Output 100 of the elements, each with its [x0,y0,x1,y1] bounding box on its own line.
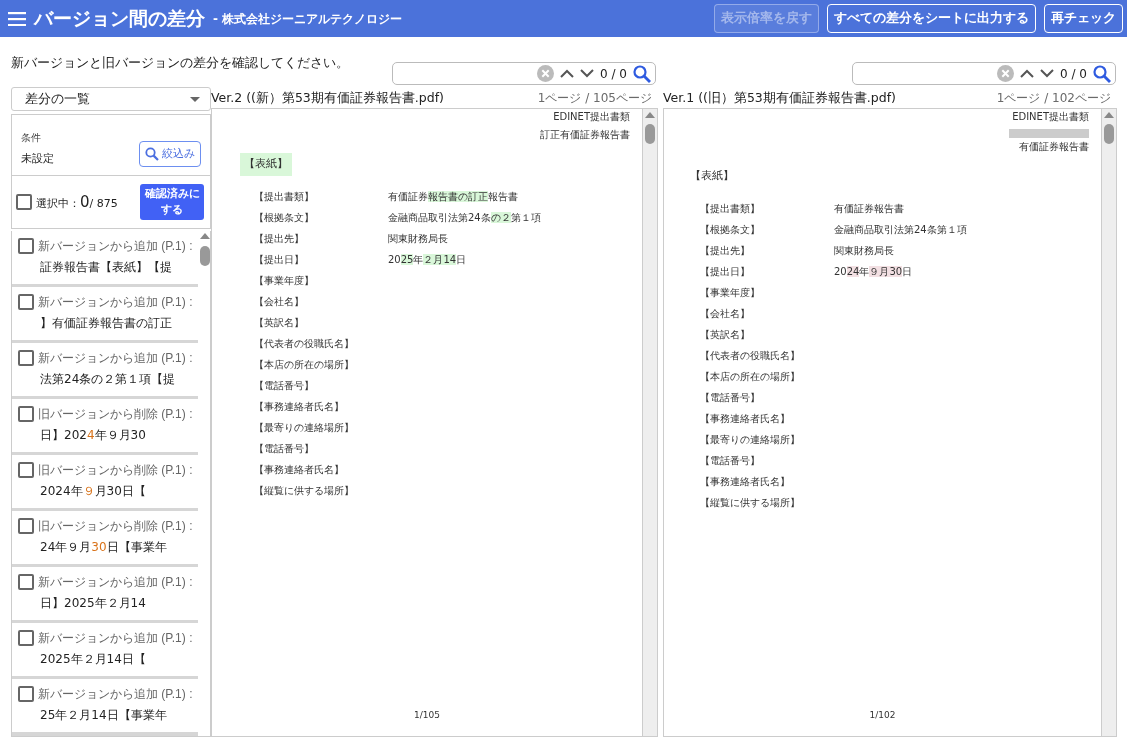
field-label: 【英訳名】 [254,315,305,330]
diff-title: 旧バージョンから削除 (P.1) : [38,518,193,535]
field-label: 【事業年度】 [700,285,761,300]
diff-snippet: 証券報告書【表紙】【提 [39,259,173,276]
chevron-up-icon[interactable] [1020,69,1035,78]
diff-item[interactable]: 新バージョンから追加 (P.1) : 日】2025年２月14 [12,567,198,620]
search-field[interactable]: 0 / 0 [392,62,656,85]
checkbox[interactable] [18,462,34,478]
list-dropdown[interactable]: 差分の一覧 [11,87,211,111]
match-counter: 0 / 0 [600,65,627,83]
field-label: 【根拠条文】 [254,210,315,225]
diff-snippet: 】有価証券報告書の訂正 [39,315,173,332]
diff-item[interactable]: 旧バージョンから削除 (P.1) : 2024年 ９ 月30日【 [12,455,198,508]
diff-title: 旧バージョンから削除 (P.1) : [38,406,193,423]
field-label: 【提出日】 [254,252,305,267]
diff-title: 新バージョンから追加 (P.1) : [38,294,193,311]
field-value: 関東財務局長 [388,231,448,246]
checkbox[interactable] [18,294,34,310]
search-field[interactable]: 0 / 0 [852,62,1116,85]
search-icon[interactable] [633,64,651,83]
diff-snippet: 2024年 ９ 月30日【 [39,483,147,500]
diff-snippet: 24年９月 30 日【事業年 [39,539,168,556]
field-value: 有価証券報告書の訂正報告書 [388,189,518,204]
mark-reviewed-button[interactable]: 確認済みにする [140,184,204,220]
search-icon[interactable] [1093,64,1111,83]
checkbox[interactable] [16,194,32,210]
section-heading: 【表紙】 [689,168,735,184]
field-label: 【本店の所在の場所】 [700,369,801,384]
field-label: 【電話番号】 [700,453,761,468]
checkbox[interactable] [18,518,34,534]
field-value: 2025年２月 14日 [388,252,467,267]
menu-icon[interactable] [8,11,26,26]
diff-title: 旧バージョンから削除 (P.1) : [38,462,193,479]
page-header-text: EDINET提出書類 [1011,111,1089,123]
chevron-down-icon[interactable] [1040,69,1055,78]
header-button[interactable]: すべての差分をシートに出力する [827,4,1036,33]
field-value: 2024年９月 30日 [834,264,913,279]
field-label: 【電話番号】 [254,441,315,456]
field-label: 【事務連絡者氏名】 [700,411,791,426]
page-indicator: 1ページ / 102ページ [996,90,1111,107]
field-label: 【最寄りの連絡場所】 [700,432,801,447]
page-header-text: 有価証券報告書 [1018,141,1089,153]
diff-title: 新バージョンから追加 (P.1) : [38,350,193,367]
field-value: 金融商品取引法第24条の２第１項 [388,210,541,225]
document-title: Ver.2 ((新）第53期有価証券報告書.pdf) [211,89,444,107]
search-icon [145,146,159,161]
selection-count: 選択中：0/ 875 [36,191,118,213]
field-label: 【提出書類】 [700,201,761,216]
page-header-text: EDINET提出書類 [552,111,630,123]
field-label: 【会社名】 [254,294,305,309]
checkbox[interactable] [18,238,34,254]
diff-item[interactable]: 旧バージョンから削除 (P.1) : 日】2024年９月30 [12,399,198,452]
chevron-up-icon[interactable] [560,69,575,78]
field-label: 【事業年度】 [254,273,315,288]
field-label: 【提出先】 [700,243,751,258]
checkbox[interactable] [18,686,34,702]
checkbox[interactable] [18,406,34,422]
filter-button[interactable]: 絞込み [139,140,201,167]
diff-snippet: 法第24条の２第１項【提 [39,371,177,388]
diff-snippet: 日】2024年９月30 [39,427,147,444]
field-label: 【代表者の役職氏名】 [254,336,355,351]
diff-item[interactable]: 新バージョンから追加 (P.1) : 2025年２月14日【 [12,623,198,676]
header-button[interactable]: 再チェック [1044,4,1123,33]
checkbox[interactable] [18,350,34,366]
field-value: 金融商品取引法第24条第１項 [834,222,967,237]
field-label: 【根拠条文】 [700,222,761,237]
field-label: 【会社名】 [700,306,751,321]
field-label: 【電話番号】 [254,378,315,393]
dropdown-label: 差分の一覧 [25,89,90,108]
field-label: 【本店の所在の場所】 [254,357,355,372]
diff-item[interactable]: 新バージョンから追加 (P.1) : 法第24条の２第１項【提 [12,343,198,396]
field-label: 【事務連絡者氏名】 [700,474,791,489]
field-label: 【提出日】 [700,264,751,279]
diff-item[interactable]: 新バージョンから追加 (P.1) : 25年２月14日【事業年 [12,679,198,732]
chevron-down-icon[interactable] [580,69,595,78]
section-heading: 【表紙】 [240,153,292,176]
diff-title: 新バージョンから追加 (P.1) : [38,630,193,647]
page-title: バージョン間の差分 [34,6,205,32]
diff-item[interactable]: 新バージョンから追加 (P.1) : 】有価証券報告書の訂正 [12,287,198,340]
diff-item[interactable]: 新バージョンから追加 (P.1) : 証券報告書【表紙】【提 [12,231,198,284]
filter-label: 条件 [21,130,42,145]
field-label: 【英訳名】 [700,327,751,342]
page-number: 1/102 [869,708,896,722]
field-label: 【縦覧に供する場所】 [700,495,801,510]
checkbox[interactable] [18,630,34,646]
field-label: 【電話番号】 [700,390,761,405]
diff-snippet: 2025年２月14日【 [39,651,147,668]
checkbox[interactable] [18,574,34,590]
diff-title: 新バージョンから追加 (P.1) : [38,686,193,703]
company-name: - 株式会社ジーニアルテクノロジー [213,10,403,28]
field-value: 有価証券報告書 [834,201,904,216]
field-label: 【最寄りの連絡場所】 [254,420,355,435]
field-label: 【事務連絡者氏名】 [254,462,345,477]
field-value: 関東財務局長 [834,243,894,258]
diff-item[interactable]: 旧バージョンから削除 (P.1) : 24年９月 30 日【事業年 [12,511,198,564]
field-label: 【縦覧に供する場所】 [254,483,355,498]
field-label: 【代表者の役職氏名】 [700,348,801,363]
diff-title: 新バージョンから追加 (P.1) : [38,574,193,591]
page-header-text: 訂正有価証券報告書 [539,129,630,141]
match-counter: 0 / 0 [1060,65,1087,83]
